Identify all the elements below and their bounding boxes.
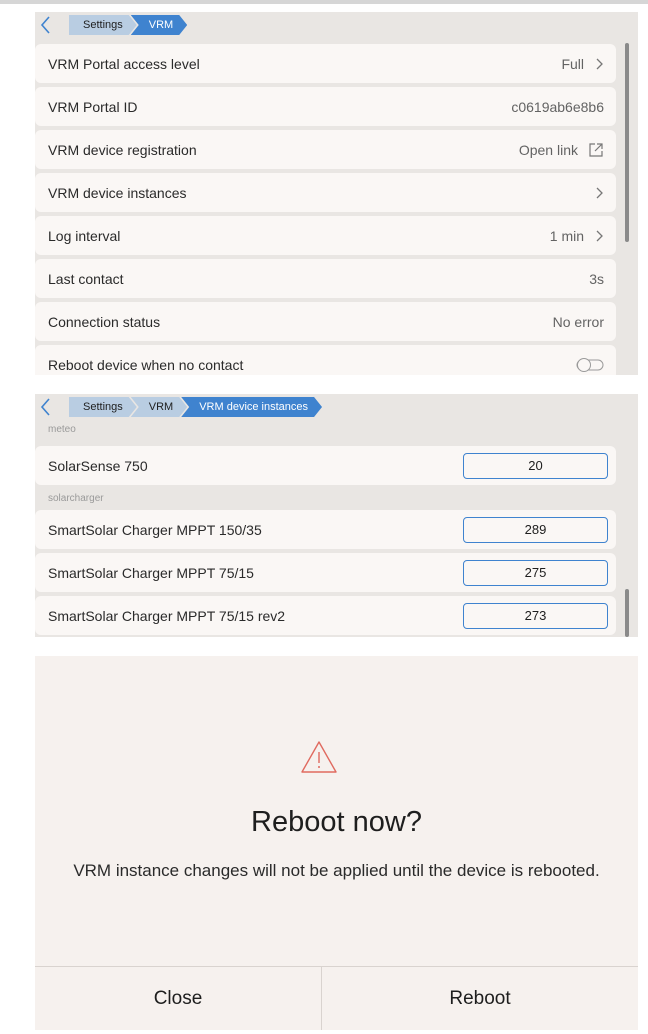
row-label: Reboot device when no contact xyxy=(48,356,244,373)
device-name: SmartSolar Charger MPPT 75/15 rev2 xyxy=(48,607,286,624)
section-label-meteo: meteo xyxy=(48,424,76,435)
log-interval-value: 1 min xyxy=(549,227,584,244)
breadcrumb: Settings VRM VRM device instances xyxy=(69,397,316,417)
device-instance-row: SmartSolar Charger MPPT 75/15 275 xyxy=(35,553,616,592)
reboot-when-no-contact-row[interactable]: Reboot device when no contact xyxy=(35,345,616,375)
scrollbar[interactable] xyxy=(625,43,629,242)
vrm-portal-id-row: VRM Portal ID c0619ab6e8b6 xyxy=(35,87,616,126)
connection-status-value: No error xyxy=(552,313,604,330)
warning-triangle-icon xyxy=(301,741,337,773)
row-label: VRM device registration xyxy=(48,141,197,158)
breadcrumb-vrm[interactable]: VRM xyxy=(131,397,187,417)
row-value: Full xyxy=(561,56,604,72)
connection-status-row: Connection status No error xyxy=(35,302,616,341)
close-button[interactable]: Close xyxy=(35,967,321,1030)
back-button[interactable] xyxy=(37,396,55,418)
device-name: SmartSolar Charger MPPT 75/15 xyxy=(48,564,254,581)
vrm-device-registration-row[interactable]: VRM device registration Open link xyxy=(35,130,616,169)
section-label-solarcharger: solarcharger xyxy=(48,493,104,504)
instance-input[interactable]: 273 xyxy=(463,602,608,629)
vrm-device-instances-row[interactable]: VRM device instances xyxy=(35,173,616,212)
window-top-border xyxy=(0,0,648,4)
row-label: VRM device instances xyxy=(48,184,187,201)
row-label: Connection status xyxy=(48,313,161,330)
portal-id-value: c0619ab6e8b6 xyxy=(511,98,604,115)
device-instance-row: SmartSolar Charger MPPT 75/15 rev2 273 xyxy=(35,596,616,635)
back-button[interactable] xyxy=(37,14,55,36)
row-value xyxy=(584,186,604,200)
last-contact-value: 3s xyxy=(589,270,604,287)
access-level-value: Full xyxy=(561,55,584,72)
scrollbar[interactable] xyxy=(625,589,629,637)
device-instance-row: SmartSolar Charger MPPT 150/35 289 xyxy=(35,510,616,549)
log-interval-row[interactable]: Log interval 1 min xyxy=(35,216,616,255)
chevron-right-icon xyxy=(596,230,603,241)
chevron-right-icon xyxy=(596,58,603,69)
reboot-dialog: Reboot now? VRM instance changes will no… xyxy=(35,656,638,1030)
row-value: 1 min xyxy=(550,228,604,244)
vrm-portal-access-level-row[interactable]: VRM Portal access level Full xyxy=(35,44,616,83)
instance-input[interactable]: 289 xyxy=(463,516,608,543)
breadcrumb-settings[interactable]: Settings xyxy=(69,397,137,417)
row-label: Last contact xyxy=(48,270,124,287)
vrm-device-instances-screen: Settings VRM VRM device instances meteo … xyxy=(35,394,638,637)
device-name: SolarSense 750 xyxy=(48,457,148,474)
instance-input[interactable]: 20 xyxy=(463,452,608,479)
device-instance-row: SolarSense 750 20 xyxy=(35,446,616,485)
nav-header: Settings VRM VRM device instances xyxy=(35,394,638,424)
chevron-right-icon xyxy=(596,187,603,198)
breadcrumb: Settings VRM xyxy=(69,15,181,35)
row-label: Log interval xyxy=(48,227,121,244)
last-contact-row: Last contact 3s xyxy=(35,259,616,298)
breadcrumb-settings[interactable]: Settings xyxy=(69,15,137,35)
instance-input[interactable]: 275 xyxy=(463,559,608,586)
row-label: VRM Portal access level xyxy=(48,55,200,72)
breadcrumb-vrm[interactable]: VRM xyxy=(131,15,187,35)
reboot-button[interactable]: Reboot xyxy=(322,967,638,1030)
device-name: SmartSolar Charger MPPT 150/35 xyxy=(48,521,262,538)
external-link-icon xyxy=(589,142,603,157)
row-value xyxy=(566,357,604,373)
dialog-title: Reboot now? xyxy=(251,806,422,838)
vrm-settings-screen: Settings VRM VRM Portal access level Ful… xyxy=(35,12,638,375)
row-label: VRM Portal ID xyxy=(48,98,138,115)
open-link-label: Open link xyxy=(518,141,578,158)
dialog-message: VRM instance changes will not be applied… xyxy=(73,861,600,880)
nav-header: Settings VRM xyxy=(35,12,638,42)
breadcrumb-vrm-device-instances[interactable]: VRM device instances xyxy=(181,397,322,417)
back-chevron-icon xyxy=(40,16,50,34)
row-value: Open link xyxy=(519,142,604,158)
toggle-switch-icon[interactable] xyxy=(576,357,604,373)
back-chevron-icon xyxy=(40,398,50,416)
